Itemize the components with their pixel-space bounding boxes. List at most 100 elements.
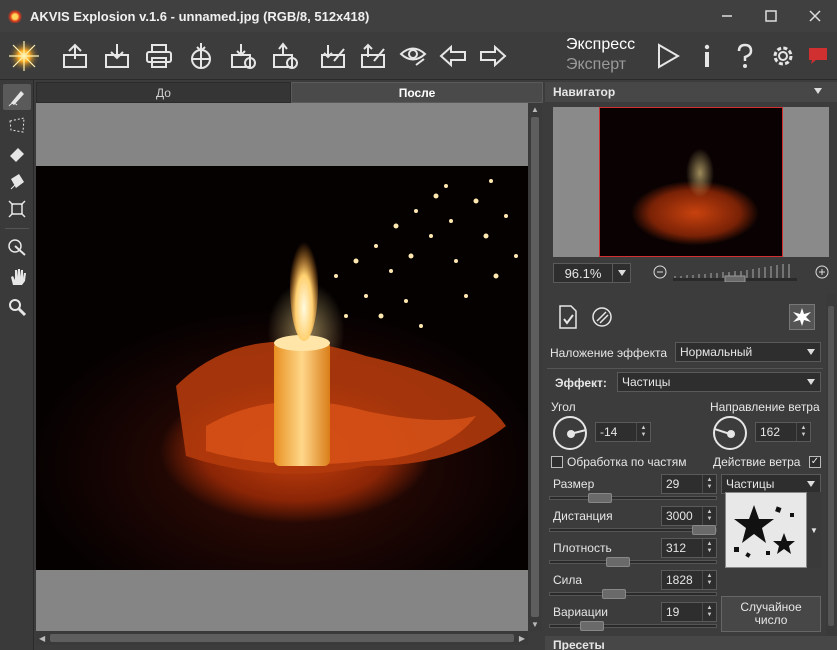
density-value[interactable]: 312 [666,541,686,555]
settings-scroll-thumb[interactable] [828,306,834,626]
size-spinner[interactable]: ▲ ▼ [702,475,716,493]
print-button[interactable] [142,38,176,74]
undo-button[interactable] [436,38,470,74]
tab-before[interactable]: До [36,82,291,103]
save-image-button[interactable] [100,38,134,74]
canvas-vertical-scrollbar[interactable]: ▲ ▼ [528,103,542,631]
close-button[interactable] [793,0,837,32]
effect-select[interactable]: Частицы [617,372,821,392]
angle-spinner[interactable]: ▲ ▼ [636,423,650,441]
partial-processing-checkbox[interactable] [551,456,563,468]
open-image-button[interactable] [58,38,92,74]
share-button[interactable] [184,38,218,74]
particle-shape-preview[interactable] [725,492,807,568]
show-strokes-button[interactable] [396,38,430,74]
scroll-right-icon[interactable]: ▶ [519,634,525,643]
navigator-viewport-frame[interactable] [599,107,783,257]
apply-settings-button[interactable] [555,304,581,330]
minimize-button[interactable] [705,0,749,32]
maximize-button[interactable] [749,0,793,32]
reset-settings-button[interactable] [589,304,615,330]
force-slider-thumb[interactable] [602,589,626,599]
selection-tool[interactable] [3,112,31,138]
scroll-down-icon[interactable]: ▼ [531,620,539,629]
wind-direction-value[interactable]: 162 [760,425,780,439]
angle-input[interactable]: -14 ▲ ▼ [595,422,651,442]
image-canvas[interactable] [36,103,528,631]
wind-action-checkbox[interactable]: ✓ [809,456,821,468]
distance-input[interactable]: 3000 ▲ ▼ [661,506,717,526]
distance-label: Дистанция [553,509,613,523]
horizontal-scroll-thumb[interactable] [50,634,514,642]
brush-tool[interactable] [3,234,31,260]
wind-direction-dial[interactable] [713,416,747,450]
presets-header[interactable]: Пресеты [545,636,837,650]
settings-button[interactable] [766,38,800,74]
density-slider[interactable] [549,557,717,567]
settings-scrollbar[interactable] [826,294,836,636]
import-strokes-button[interactable] [316,38,350,74]
variation-input[interactable]: 19 ▲ ▼ [661,602,717,622]
angle-dial[interactable] [553,416,587,450]
eraser-tool[interactable] [3,140,31,166]
run-button[interactable] [650,38,684,74]
density-spinner[interactable]: ▲ ▼ [702,539,716,557]
force-slider[interactable] [549,589,717,599]
zoom-value[interactable]: 96.1% [554,266,612,281]
wind-direction-input[interactable]: 162 ▲ ▼ [755,422,811,442]
distance-value[interactable]: 3000 [666,509,693,523]
load-preset-button[interactable] [226,38,260,74]
particle-shape-dropdown[interactable]: ▼ [807,492,821,568]
distance-slider[interactable] [549,525,717,535]
tab-after[interactable]: После [291,82,543,103]
variation-spinner[interactable]: ▲ ▼ [702,603,716,621]
akvis-logo-button[interactable] [4,38,44,74]
scroll-up-icon[interactable]: ▲ [531,105,539,114]
force-input[interactable]: 1828 ▲ ▼ [661,570,717,590]
size-input[interactable]: 29 ▲ ▼ [661,474,717,494]
save-preset-button[interactable] [268,38,302,74]
force-value[interactable]: 1828 [666,573,693,587]
navigator-header[interactable]: Навигатор [545,82,837,102]
help-button[interactable] [728,38,762,74]
crop-tool[interactable] [3,196,31,222]
redo-button[interactable] [476,38,510,74]
scroll-left-icon[interactable]: ◀ [39,634,45,643]
density-slider-thumb[interactable] [606,557,630,567]
vertical-scroll-thumb[interactable] [531,117,539,617]
zoom-field[interactable]: 96.1% [553,263,631,283]
candle-illustration [176,179,518,474]
mode-expert-link[interactable]: Эксперт [566,55,646,75]
info-button[interactable] [690,38,724,74]
zoom-dropdown-button[interactable] [612,264,630,282]
mode-express-link[interactable]: Экспресс [566,35,646,55]
news-button[interactable] [802,38,834,74]
zoom-tool[interactable] [3,294,31,320]
export-strokes-button[interactable] [356,38,390,74]
zoom-slider[interactable] [673,262,797,283]
zoom-in-icon[interactable] [815,265,829,279]
navigator-preview[interactable] [553,107,829,257]
angle-value[interactable]: -14 [600,425,617,439]
variation-slider[interactable] [549,621,717,631]
variation-value[interactable]: 19 [666,605,679,619]
random-seed-button[interactable]: Случайное число [721,596,821,632]
zoom-out-icon[interactable] [653,265,667,279]
force-spinner[interactable]: ▲ ▼ [702,571,716,589]
blend-mode-select[interactable]: Нормальный [675,342,821,362]
wind-direction-label: Направление ветра [710,400,820,414]
size-value[interactable]: 29 [666,477,679,491]
direction-tool[interactable] [3,84,31,110]
distance-spinner[interactable]: ▲ ▼ [702,507,716,525]
bucket-tool[interactable] [3,168,31,194]
hand-tool[interactable] [3,264,31,290]
wind-direction-spinner[interactable]: ▲ ▼ [796,423,810,441]
particle-shape-select[interactable]: Частицы [721,474,821,494]
canvas-horizontal-scrollbar[interactable]: ◀ ▶ [36,631,528,645]
density-input[interactable]: 312 ▲ ▼ [661,538,717,558]
size-slider-thumb[interactable] [588,493,612,503]
distance-slider-thumb[interactable] [692,525,716,535]
size-slider[interactable] [549,493,717,503]
variation-slider-thumb[interactable] [580,621,604,631]
explosion-mode-button[interactable] [789,304,815,330]
